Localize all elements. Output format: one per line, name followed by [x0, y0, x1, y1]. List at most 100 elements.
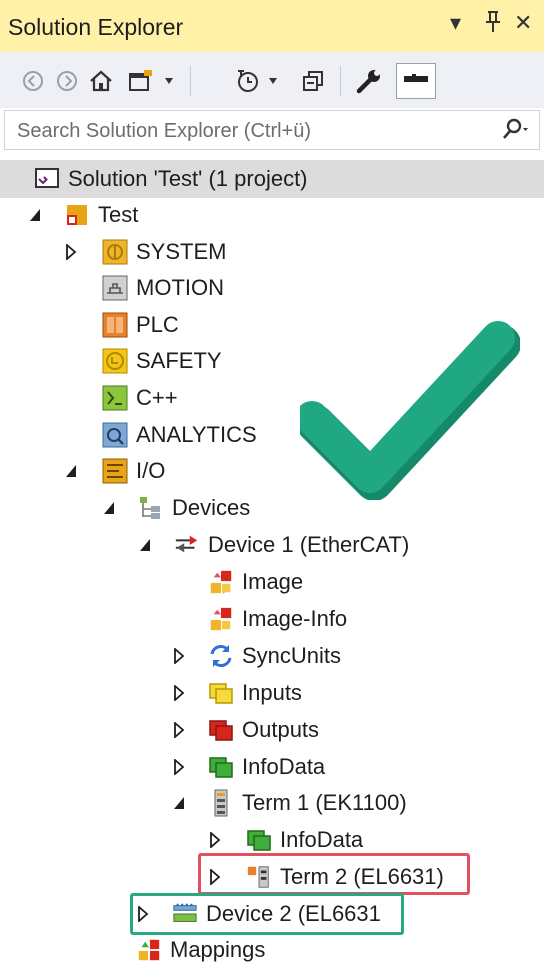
- tree-item-label: Image-Info: [242, 606, 348, 631]
- switch-views-icon: [129, 70, 152, 91]
- collapsed-arrow-icon[interactable]: [172, 648, 186, 664]
- wrench-icon: [356, 70, 380, 94]
- tree-item-safety[interactable]: SAFETY: [102, 343, 222, 379]
- tree-item-io[interactable]: I/O: [102, 453, 165, 489]
- toolbar-separator: [340, 66, 341, 96]
- collapsed-arrow-icon[interactable]: [172, 722, 186, 738]
- tree-item-device1[interactable]: Device 1 (EtherCAT): [174, 527, 409, 563]
- window-position-dropdown-button[interactable]: ▾: [450, 10, 461, 36]
- tree-item-label: Solution 'Test' (1 project): [68, 166, 308, 191]
- tree-item-outputs[interactable]: Outputs: [208, 712, 319, 748]
- tree-item-label: SYSTEM: [136, 239, 227, 264]
- tree-item-label: ANALYTICS: [136, 422, 257, 447]
- pending-changes-filter-button[interactable]: [232, 66, 262, 96]
- system-icon: [102, 239, 128, 265]
- collapsed-arrow-icon[interactable]: [208, 832, 222, 848]
- inputs-icon: [208, 680, 234, 706]
- tree-item-project-test[interactable]: Test: [64, 197, 138, 233]
- checkmark-icon: [300, 321, 520, 500]
- infodata-icon: [208, 754, 234, 780]
- tree-item-label: InfoData: [242, 754, 326, 779]
- collapsed-arrow-icon[interactable]: [64, 244, 78, 260]
- tree-item-label: Inputs: [242, 680, 302, 705]
- io-icon: [102, 458, 128, 484]
- switch-views-dropdown[interactable]: [160, 66, 178, 96]
- image-icon: [208, 569, 234, 595]
- cpp-icon: [102, 385, 128, 411]
- forward-icon: [57, 71, 77, 91]
- twincat-project-icon: [64, 202, 90, 228]
- tree-item-label: SyncUnits: [242, 643, 342, 668]
- coupler-terminal-icon: [208, 789, 234, 817]
- ethercat-device-icon: [174, 532, 200, 558]
- collapse-all-button[interactable]: [298, 66, 328, 96]
- forward-button[interactable]: [54, 66, 80, 96]
- tree-item-label: Test: [98, 202, 139, 227]
- solution-icon: [34, 166, 60, 192]
- tree-item-inputs[interactable]: Inputs: [208, 675, 302, 711]
- tree-item-term1[interactable]: Term 1 (EK1100): [208, 785, 407, 821]
- safety-icon: [102, 348, 128, 374]
- close-button[interactable]: ✕: [514, 10, 532, 36]
- image-info-icon: [208, 606, 234, 632]
- tree-item-solution[interactable]: Solution 'Test' (1 project): [34, 161, 308, 197]
- preview-icon: [404, 74, 428, 82]
- clock-filter-icon: [238, 70, 258, 92]
- tree-item-label: C++: [136, 385, 178, 410]
- chevron-down-icon: [165, 78, 173, 84]
- plc-icon: [102, 312, 128, 338]
- expanded-arrow-icon[interactable]: [64, 463, 78, 479]
- tree-item-devices[interactable]: Devices: [138, 490, 250, 526]
- switch-views-button[interactable]: [124, 66, 158, 96]
- infodata-icon: [246, 827, 272, 853]
- tree-item-motion[interactable]: MOTION: [102, 270, 224, 306]
- back-button[interactable]: [20, 66, 46, 96]
- tree-item-image[interactable]: Image: [208, 564, 303, 600]
- search-box[interactable]: Search Solution Explorer (Ctrl+ü): [4, 110, 540, 150]
- toolbar-separator: [190, 66, 191, 96]
- back-icon: [23, 71, 43, 91]
- tree-item-mappings[interactable]: Mappings: [136, 932, 265, 968]
- tree-item-label: SAFETY: [136, 348, 222, 373]
- properties-button[interactable]: [352, 66, 386, 96]
- expanded-arrow-icon[interactable]: [138, 537, 152, 553]
- tree-item-cpp[interactable]: C++: [102, 380, 178, 416]
- motion-icon: [102, 275, 128, 301]
- tree-item-label: MOTION: [136, 275, 224, 300]
- expanded-arrow-icon[interactable]: [102, 500, 116, 516]
- chevron-down-icon: [269, 78, 277, 84]
- preview-selected-items-button[interactable]: [396, 63, 436, 99]
- search-icon[interactable]: [499, 117, 529, 148]
- tree-item-label: I/O: [136, 458, 166, 483]
- filter-dropdown[interactable]: [264, 66, 282, 96]
- tree-item-label: Devices: [172, 495, 251, 520]
- devices-tree-icon: [138, 495, 164, 521]
- pin-button[interactable]: [484, 10, 502, 40]
- collapse-all-icon: [303, 71, 323, 91]
- window-title: Solution Explorer: [8, 14, 184, 40]
- tree-item-infodata[interactable]: InfoData: [208, 749, 325, 785]
- home-icon: [90, 70, 112, 92]
- tree-item-system[interactable]: SYSTEM: [102, 234, 226, 270]
- analytics-icon: [102, 422, 128, 448]
- outputs-icon: [208, 717, 234, 743]
- expanded-arrow-icon[interactable]: [172, 795, 186, 811]
- tree-item-label: Term 1 (EK1100): [242, 790, 407, 815]
- tree-item-label: InfoData: [280, 827, 364, 852]
- tree-item-plc[interactable]: PLC: [102, 307, 179, 343]
- term2-highlight-box: [198, 853, 470, 895]
- tree-item-analytics[interactable]: ANALYTICS: [102, 417, 257, 453]
- pin-icon: [486, 11, 500, 32]
- tree-item-syncunits[interactable]: SyncUnits: [208, 638, 341, 674]
- device2-highlight-box: [130, 893, 404, 935]
- mappings-icon: [136, 937, 162, 963]
- collapsed-arrow-icon[interactable]: [172, 685, 186, 701]
- collapsed-arrow-icon[interactable]: [172, 759, 186, 775]
- expanded-arrow-icon[interactable]: [28, 207, 42, 223]
- search-placeholder: Search Solution Explorer (Ctrl+ü): [17, 120, 312, 142]
- sync-icon: [208, 643, 234, 669]
- home-button[interactable]: [86, 66, 116, 96]
- tree-item-label: Device 1 (EtherCAT): [208, 532, 410, 557]
- tree-item-label: Outputs: [242, 717, 320, 742]
- tree-item-image-info[interactable]: Image-Info: [208, 601, 347, 637]
